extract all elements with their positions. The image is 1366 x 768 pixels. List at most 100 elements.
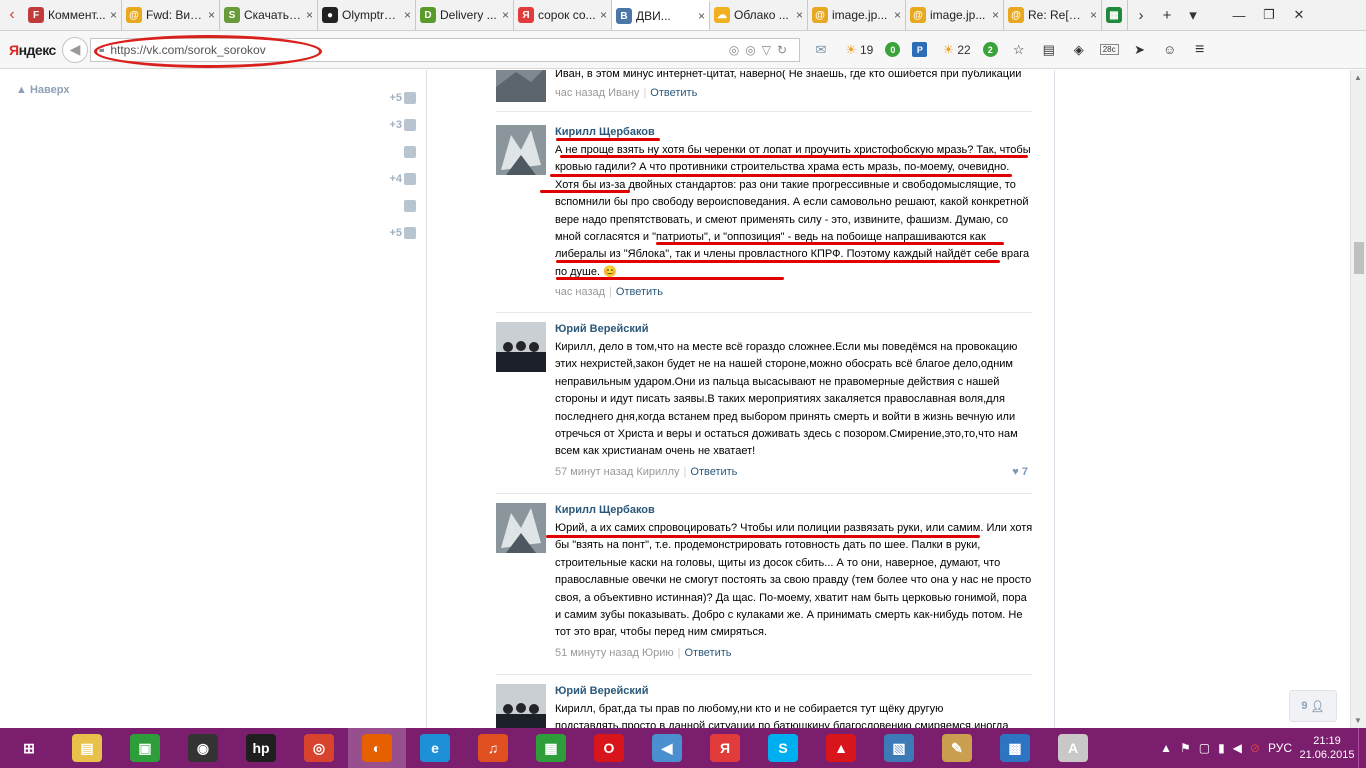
browser-tab[interactable]: @ image.jp... × — [808, 0, 906, 30]
tab-close-icon[interactable]: × — [796, 8, 803, 22]
online-friends-button[interactable]: 9 👤︎ — [1289, 690, 1337, 722]
back-to-top-link[interactable]: ▲ Наверх — [16, 84, 69, 96]
tray-expand-icon[interactable]: ▲ — [1160, 741, 1172, 755]
scroll-up-icon[interactable]: ▲ — [1354, 73, 1362, 82]
taskbar-app-button[interactable]: Я — [696, 728, 754, 768]
sidebar-counter[interactable]: +5 — [380, 219, 416, 246]
tab-close-icon[interactable]: × — [404, 8, 411, 22]
tab-close-icon[interactable]: × — [698, 9, 705, 23]
reply-link[interactable]: Ответить — [616, 286, 663, 298]
comment-time[interactable]: 51 минуту назад Юрию — [555, 647, 674, 659]
taskbar-app-button[interactable]: ◀ — [638, 728, 696, 768]
taskbar-app-button[interactable]: ▦ — [522, 728, 580, 768]
tabs-scroll-left-icon[interactable]: ‹ — [0, 0, 24, 30]
tab-close-icon[interactable]: × — [110, 8, 117, 22]
minimize-icon[interactable]: — — [1224, 0, 1254, 30]
weather-widget[interactable]: ☀ 19 — [842, 42, 873, 58]
menu-icon[interactable]: ≡ — [1191, 41, 1209, 58]
author-name[interactable]: Юрий Верейский — [555, 684, 1035, 698]
browser-tab[interactable]: @ Fwd: Вид... × — [122, 0, 220, 30]
tab-close-icon[interactable]: × — [992, 8, 999, 22]
tab-close-icon[interactable]: × — [502, 8, 509, 22]
send-icon[interactable]: ➤ — [1131, 42, 1149, 58]
browser-tab[interactable]: B ДВИ... × — [612, 0, 710, 30]
reader-mode-icon[interactable]: ◎◎ — [729, 43, 762, 57]
sidebar-counter[interactable]: +5 — [380, 84, 416, 111]
close-window-icon[interactable]: ✕ — [1284, 0, 1314, 30]
taskbar-app-button[interactable]: O — [580, 728, 638, 768]
tab-close-icon[interactable]: × — [1090, 8, 1097, 22]
tray-stop-icon[interactable]: ⊘ — [1250, 741, 1260, 755]
browser-tab[interactable]: Ясорок со... × — [514, 0, 612, 30]
avatar[interactable] — [496, 125, 546, 175]
author-name[interactable]: Юрий Верейский — [555, 322, 1035, 336]
taskbar-app-button[interactable]: ✎ — [928, 728, 986, 768]
green-counter[interactable]: 0 — [885, 42, 901, 57]
taskbar-app-button[interactable]: ◎ — [290, 728, 348, 768]
tab-close-icon[interactable]: × — [208, 8, 215, 22]
p-widget[interactable]: P — [912, 42, 928, 57]
tabs-scroll-right-icon[interactable]: › — [1128, 0, 1154, 30]
scroll-thumb[interactable] — [1354, 242, 1364, 274]
back-button[interactable]: ◀ — [62, 36, 88, 63]
taskbar-app-button[interactable]: ◐ — [348, 728, 406, 768]
browser-tab[interactable]: D Delivery ... × — [416, 0, 514, 30]
sidebar-counter[interactable]: +4 — [380, 165, 416, 192]
taskbar-app-button[interactable]: A — [1044, 728, 1102, 768]
tray-window-icon[interactable]: ▢ — [1199, 741, 1210, 755]
mail-widget[interactable]: ✉ — [812, 42, 830, 58]
taskbar-app-button[interactable]: ▩ — [986, 728, 1044, 768]
reply-link[interactable]: Ответить — [684, 647, 731, 659]
sidebar-counter[interactable]: +3 — [380, 111, 416, 138]
taskbar-app-button[interactable]: S — [754, 728, 812, 768]
taskbar-app-button[interactable]: ⊞ — [0, 728, 58, 768]
browser-tab[interactable]: @ image.jp... × — [906, 0, 1004, 30]
author-name[interactable]: Кирилл Щербаков — [555, 125, 1035, 139]
taskbar-app-button[interactable]: hp — [232, 728, 290, 768]
tab-close-icon[interactable]: × — [306, 8, 313, 22]
tab-close-icon[interactable]: × — [600, 8, 607, 22]
sidebar-counter[interactable] — [380, 138, 416, 165]
comment-time[interactable]: час назад — [555, 286, 605, 298]
taskbar-app-button[interactable]: e — [406, 728, 464, 768]
reading-list-icon[interactable]: ▤ — [1040, 42, 1058, 58]
show-desktop-button[interactable] — [1358, 728, 1366, 768]
pocket-icon[interactable]: ◈ — [1070, 42, 1088, 58]
yandex-logo[interactable]: Яндекс — [0, 42, 62, 58]
sidebar-counter[interactable] — [380, 192, 416, 219]
reply-link[interactable]: Ответить — [650, 87, 697, 99]
like-button[interactable]: ♥ 7 — [1012, 466, 1028, 478]
scroll-down-icon[interactable]: ▼ — [1354, 716, 1362, 725]
avatar[interactable] — [496, 70, 546, 102]
taskbar-app-button[interactable]: ▤ — [58, 728, 116, 768]
tray-network-icon[interactable]: ▮ — [1218, 741, 1225, 755]
tab-close-icon[interactable]: × — [894, 8, 901, 22]
avatar[interactable] — [496, 322, 546, 372]
taskbar-app-button[interactable]: ▧ — [870, 728, 928, 768]
green-counter-2[interactable]: 2 — [982, 42, 998, 57]
taskbar-app-button[interactable]: ▣ — [116, 728, 174, 768]
browser-tab[interactable]: @ Re: Re[4]:... × — [1004, 0, 1102, 30]
reply-link[interactable]: Ответить — [690, 466, 737, 478]
smiley-icon[interactable]: ☺ — [1161, 42, 1179, 58]
avatar[interactable] — [496, 503, 546, 553]
clock[interactable]: 21:19 21.06.2015 — [1296, 734, 1358, 762]
browser-tab[interactable]: S Скачать ... × — [220, 0, 318, 30]
tray-volume-icon[interactable]: ◀ — [1233, 741, 1242, 755]
url-text[interactable]: https://vk.com/sorok_sorokov — [110, 43, 728, 57]
comment-time[interactable]: час назад Ивану — [555, 87, 639, 99]
comment-time[interactable]: 57 минут назад Кириллу — [555, 466, 680, 478]
browser-tab[interactable]: ▦ — [1102, 0, 1128, 30]
avatar[interactable] — [496, 684, 546, 728]
bookmark-star-icon[interactable]: ☆ — [1010, 42, 1028, 58]
taskbar-app-button[interactable]: ▲ — [812, 728, 870, 768]
author-name[interactable]: Кирилл Щербаков — [555, 503, 1035, 517]
browser-tab[interactable]: ☁ Облако ... × — [710, 0, 808, 30]
dropdown-icon[interactable]: ▽ — [762, 43, 777, 57]
tray-flag-icon[interactable]: ⚑ — [1180, 741, 1191, 755]
language-indicator[interactable]: РУС — [1268, 741, 1292, 755]
temp-widget[interactable]: 28c — [1099, 44, 1119, 55]
browser-tab[interactable]: ● Olymptra... × — [318, 0, 416, 30]
reload-icon[interactable]: ↻ — [777, 43, 793, 57]
restore-icon[interactable]: ❐ — [1254, 0, 1284, 30]
